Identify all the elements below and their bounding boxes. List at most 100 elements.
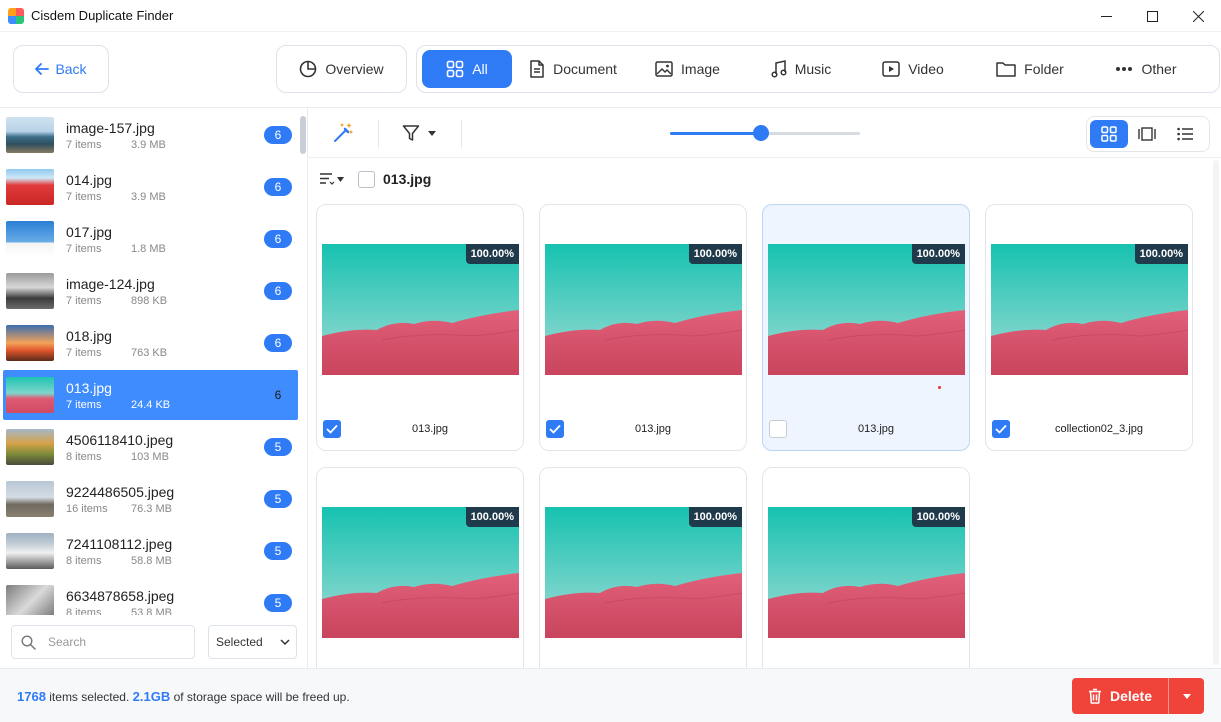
select-all-checkbox[interactable] [358, 170, 375, 188]
file-checkbox[interactable] [323, 420, 341, 438]
tab-music[interactable]: Music [745, 50, 857, 88]
sidebar-footer: Selected [0, 615, 307, 669]
group-count-badge: 6 [264, 178, 292, 196]
slider-handle[interactable] [753, 125, 770, 141]
app-logo-icon [8, 7, 24, 24]
file-card[interactable]: 100.00% [762, 467, 970, 669]
delete-options-button[interactable] [1169, 678, 1204, 714]
preview-toolbar [308, 108, 1221, 158]
image-preview[interactable]: 100.00% [322, 507, 519, 638]
group-size: 103 MB [131, 450, 169, 463]
file-card[interactable]: 100.00% 013.jpg [539, 204, 747, 451]
file-card[interactable]: 100.00% collection02_3.jpg [985, 204, 1193, 451]
main-scrollbar[interactable] [1213, 160, 1219, 665]
group-meta: 7 items 3.9 MB [66, 191, 246, 203]
sidebar-group-item[interactable]: 014.jpg 7 items 3.9 MB 6 [3, 162, 298, 212]
similarity-badge: 100.00% [465, 244, 519, 264]
view-mode-switch [1086, 116, 1210, 152]
image-icon [655, 61, 673, 77]
image-preview[interactable]: 100.00% [322, 244, 519, 375]
thumbnail-size-slider[interactable] [670, 125, 860, 141]
minimize-button[interactable] [1083, 0, 1129, 32]
check-icon [995, 424, 1007, 434]
check-icon [326, 424, 338, 434]
group-thumbnail [6, 585, 54, 615]
sidebar-group-item[interactable]: 013.jpg 7 items 24.4 KB 6 [3, 370, 298, 420]
similarity-badge: 100.00% [911, 244, 965, 264]
window-title: Cisdem Duplicate Finder [31, 8, 174, 23]
group-size: 76.3 MB [131, 502, 172, 515]
back-button[interactable]: Back [13, 45, 109, 93]
image-preview[interactable]: 100.00% [768, 507, 965, 638]
list-view-icon [1177, 127, 1193, 141]
close-button[interactable] [1175, 0, 1221, 32]
trash-icon [1088, 688, 1101, 704]
file-card[interactable]: 100.00% 013.jpg [762, 204, 970, 451]
group-thumbnail [6, 273, 54, 309]
tab-video[interactable]: Video [857, 50, 969, 88]
group-thumbnail [6, 325, 54, 361]
tab-document[interactable]: Document [516, 50, 630, 88]
file-card[interactable]: 100.00% 013.jpg [316, 204, 524, 451]
group-meta: 7 items 1.8 MB [66, 243, 246, 255]
grid-view-button[interactable] [1090, 120, 1128, 148]
group-name: 9224486505.jpeg [66, 483, 175, 500]
file-checkbox[interactable] [546, 420, 564, 438]
sidebar-group-item[interactable]: 7241108112.jpeg 8 items 58.8 MB 5 [3, 526, 298, 576]
compare-view-button[interactable] [1128, 120, 1166, 148]
image-preview[interactable]: 100.00% [545, 244, 742, 375]
group-count-badge: 6 [264, 126, 292, 144]
image-preview[interactable]: 100.00% [545, 507, 742, 638]
grid-view-icon [1101, 126, 1117, 142]
sidebar-group-item[interactable]: image-124.jpg 7 items 898 KB 6 [3, 266, 298, 316]
file-grid: 100.00% 013.jpg 100.00% 013.jpg 100.00% 013.j… [308, 200, 1211, 669]
group-size: 3.9 MB [131, 190, 166, 203]
sidebar-group-item[interactable]: 9224486505.jpeg 16 items 76.3 MB 5 [3, 474, 298, 524]
grid-icon [446, 60, 464, 78]
caret-down-icon [1182, 693, 1191, 699]
overview-button[interactable]: Overview [276, 45, 407, 93]
tab-all[interactable]: All [422, 50, 512, 88]
group-thumbnail [6, 221, 54, 257]
delete-button-group: Delete [1072, 678, 1204, 714]
tab-folder[interactable]: Folder [969, 50, 1091, 88]
sidebar-group-item[interactable]: 4506118410.jpeg 8 items 103 MB 5 [3, 422, 298, 472]
auto-select-button[interactable] [332, 122, 354, 147]
compare-view-icon [1138, 127, 1156, 141]
group-meta: 7 items 24.4 KB [66, 399, 246, 411]
toolbar-divider [461, 120, 462, 148]
sidebar: image-157.jpg 7 items 3.9 MB 6 014.jpg 7 item… [0, 107, 308, 669]
sidebar-group-item[interactable]: 017.jpg 7 items 1.8 MB 6 [3, 214, 298, 264]
file-card[interactable]: 100.00% [539, 467, 747, 669]
group-item-count: 7 items [66, 242, 102, 255]
group-info: 013.jpg 7 items 24.4 KB [66, 380, 246, 411]
delete-button[interactable]: Delete [1072, 678, 1168, 714]
filter-button[interactable] [402, 124, 436, 142]
maximize-button[interactable] [1129, 0, 1175, 32]
group-item-count: 7 items [66, 398, 102, 411]
group-info: 018.jpg 7 items 763 KB [66, 328, 246, 359]
sidebar-group-item[interactable]: 018.jpg 7 items 763 KB 6 [3, 318, 298, 368]
group-title: 013.jpg [383, 171, 432, 187]
image-preview[interactable]: 100.00% [991, 244, 1188, 375]
group-item-count: 8 items [66, 450, 102, 463]
group-meta: 8 items 53.8 MB [66, 607, 246, 616]
sidebar-group-item[interactable]: 6634878658.jpeg 8 items 53.8 MB 5 [3, 578, 298, 615]
file-name: collection02_3.jpg [1054, 423, 1144, 435]
tab-image[interactable]: Image [630, 50, 745, 88]
file-checkbox[interactable] [992, 420, 1010, 438]
search-input[interactable] [48, 635, 178, 649]
file-card[interactable]: 100.00% [316, 467, 524, 669]
group-thumbnail [6, 533, 54, 569]
image-preview[interactable]: 100.00% [768, 244, 965, 375]
sidebar-scrollbar[interactable] [300, 116, 306, 154]
sidebar-group-item[interactable]: image-157.jpg 7 items 3.9 MB 6 [3, 110, 298, 160]
group-info: 9224486505.jpeg 16 items 76.3 MB [66, 484, 246, 515]
group-thumbnail [6, 429, 54, 465]
tab-other[interactable]: Other [1091, 50, 1201, 88]
sort-select[interactable]: Selected [208, 625, 297, 659]
list-view-button[interactable] [1166, 120, 1204, 148]
file-checkbox[interactable] [769, 420, 787, 438]
group-info: image-157.jpg 7 items 3.9 MB [66, 120, 246, 151]
sort-button[interactable] [319, 172, 344, 186]
